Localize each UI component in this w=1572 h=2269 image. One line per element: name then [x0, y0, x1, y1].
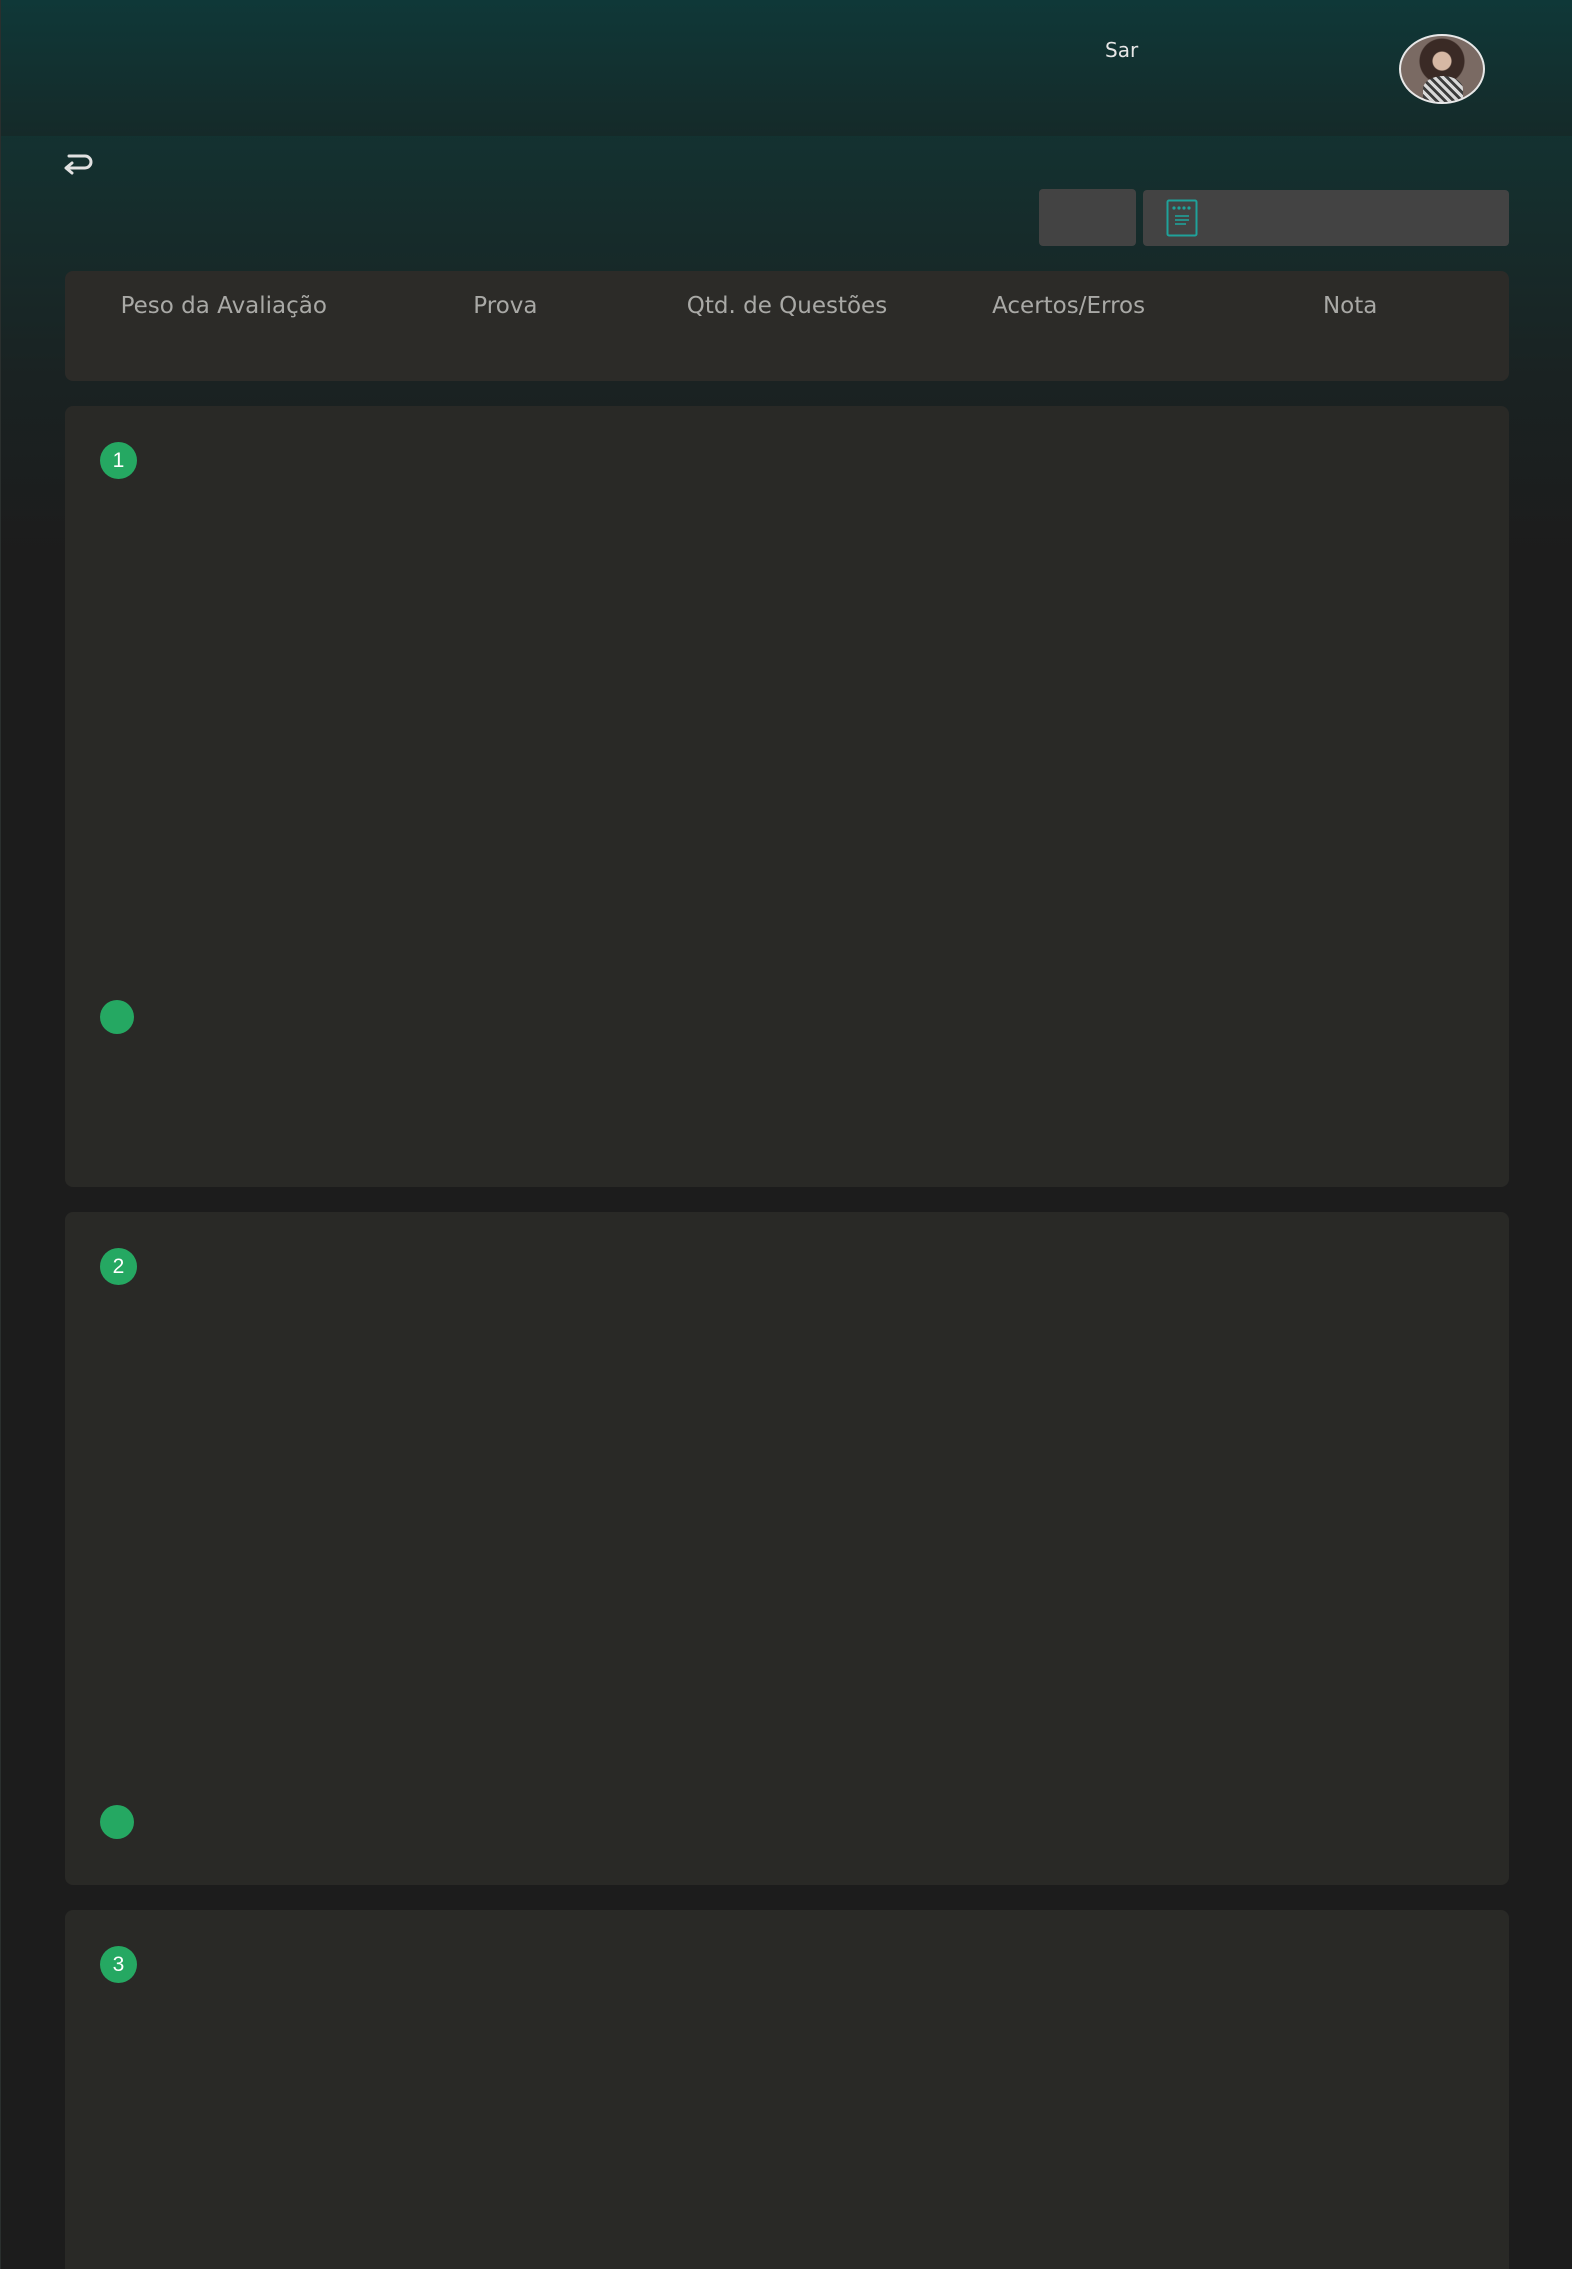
column-header-weight: Peso da Avaliação: [120, 293, 327, 319]
question-card: 3: [65, 1910, 1509, 2269]
document-icon: [1166, 199, 1198, 237]
document-button[interactable]: [1143, 190, 1509, 246]
column-header-hits-misses: Acertos/Erros: [992, 293, 1146, 319]
question-card: 2: [65, 1212, 1509, 1885]
column-header-exam: Prova: [473, 293, 538, 319]
question-number-badge: 3: [100, 1946, 137, 1983]
question-number-badge: 1: [100, 442, 137, 479]
user-name[interactable]: Sar: [1105, 38, 1138, 62]
question-number-badge: 2: [100, 1248, 137, 1285]
back-button[interactable]: [61, 148, 95, 178]
results-header-table: Peso da Avaliação Prova Qtd. de Questões…: [65, 271, 1509, 381]
top-bar: Sar: [1, 0, 1572, 136]
return-arrow-icon: [64, 154, 93, 175]
avatar-scarf: [1423, 76, 1463, 102]
column-header-grade: Nota: [1322, 293, 1378, 319]
question-card: 1: [65, 406, 1509, 1187]
answer-option-marker[interactable]: [100, 1000, 134, 1034]
column-header-question-count: Qtd. de Questões: [686, 293, 888, 319]
page: Sar Peso da Avaliação Prova Qtd. de Ques…: [0, 0, 1572, 2269]
answer-option-marker[interactable]: [100, 1805, 134, 1839]
avatar[interactable]: [1399, 34, 1485, 104]
toolbar-button[interactable]: [1039, 189, 1136, 246]
